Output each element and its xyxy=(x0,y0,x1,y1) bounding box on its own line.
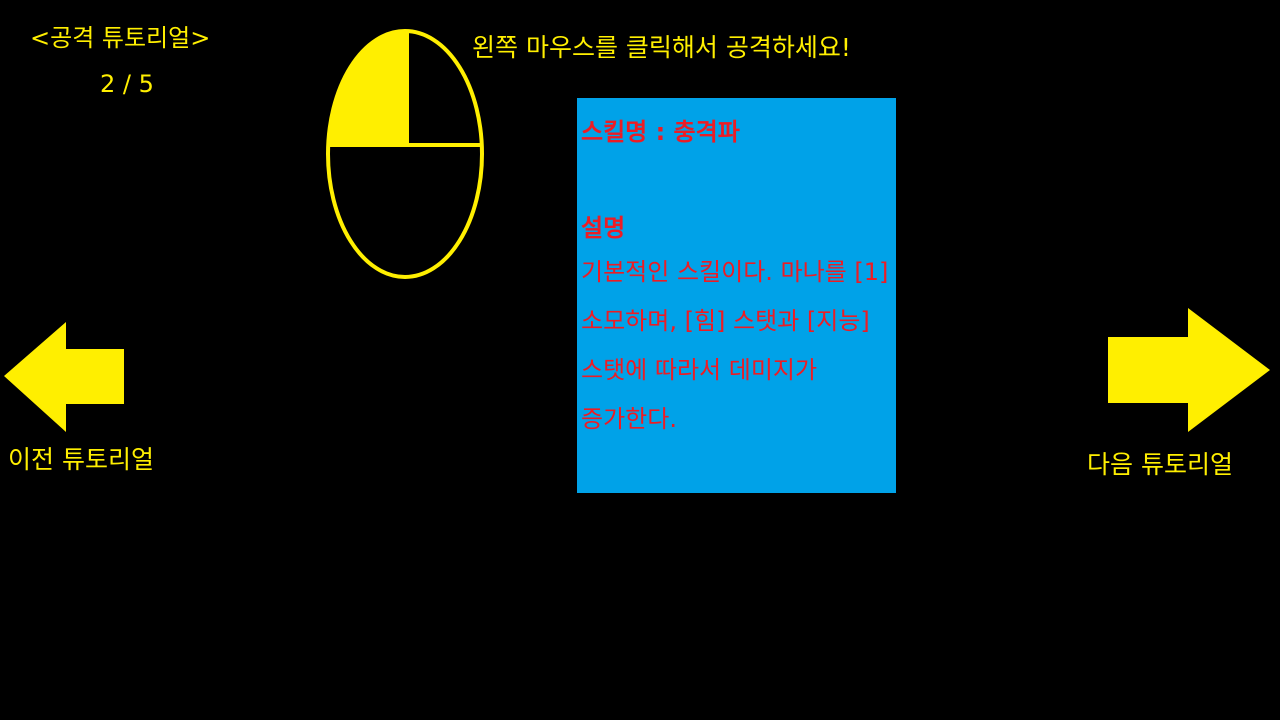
next-tutorial-button[interactable]: 다음 튜토리얼 xyxy=(1087,445,1233,481)
left-button-highlight xyxy=(328,31,407,145)
mouse-left-click-icon xyxy=(326,29,484,279)
arrow-right-icon[interactable] xyxy=(1108,308,1272,434)
skill-description: 기본적인 스킬이다. 마나를 [1] 소모하며, [힘] 스탯과 [지능] 스탯… xyxy=(581,258,889,433)
skill-name: 스킬명 : 충격파 xyxy=(581,118,740,146)
arrow-left-icon[interactable] xyxy=(4,322,126,434)
instruction-text: 왼쪽 마우스를 클릭해서 공격하세요! xyxy=(472,33,851,62)
tutorial-screen: <공격 튜토리얼> 2 / 5 왼쪽 마우스를 클릭해서 공격하세요! 스킬명 … xyxy=(0,0,1280,720)
description-heading: 설명 xyxy=(581,214,626,242)
page-indicator: 2 / 5 xyxy=(100,70,154,98)
skill-info-card: 스킬명 : 충격파 설명 기본적인 스킬이다. 마나를 [1] 소모하며, [힘… xyxy=(577,98,896,493)
prev-tutorial-button[interactable]: 이전 튜토리얼 xyxy=(8,440,154,476)
tutorial-title: <공격 튜토리얼> xyxy=(30,24,211,52)
